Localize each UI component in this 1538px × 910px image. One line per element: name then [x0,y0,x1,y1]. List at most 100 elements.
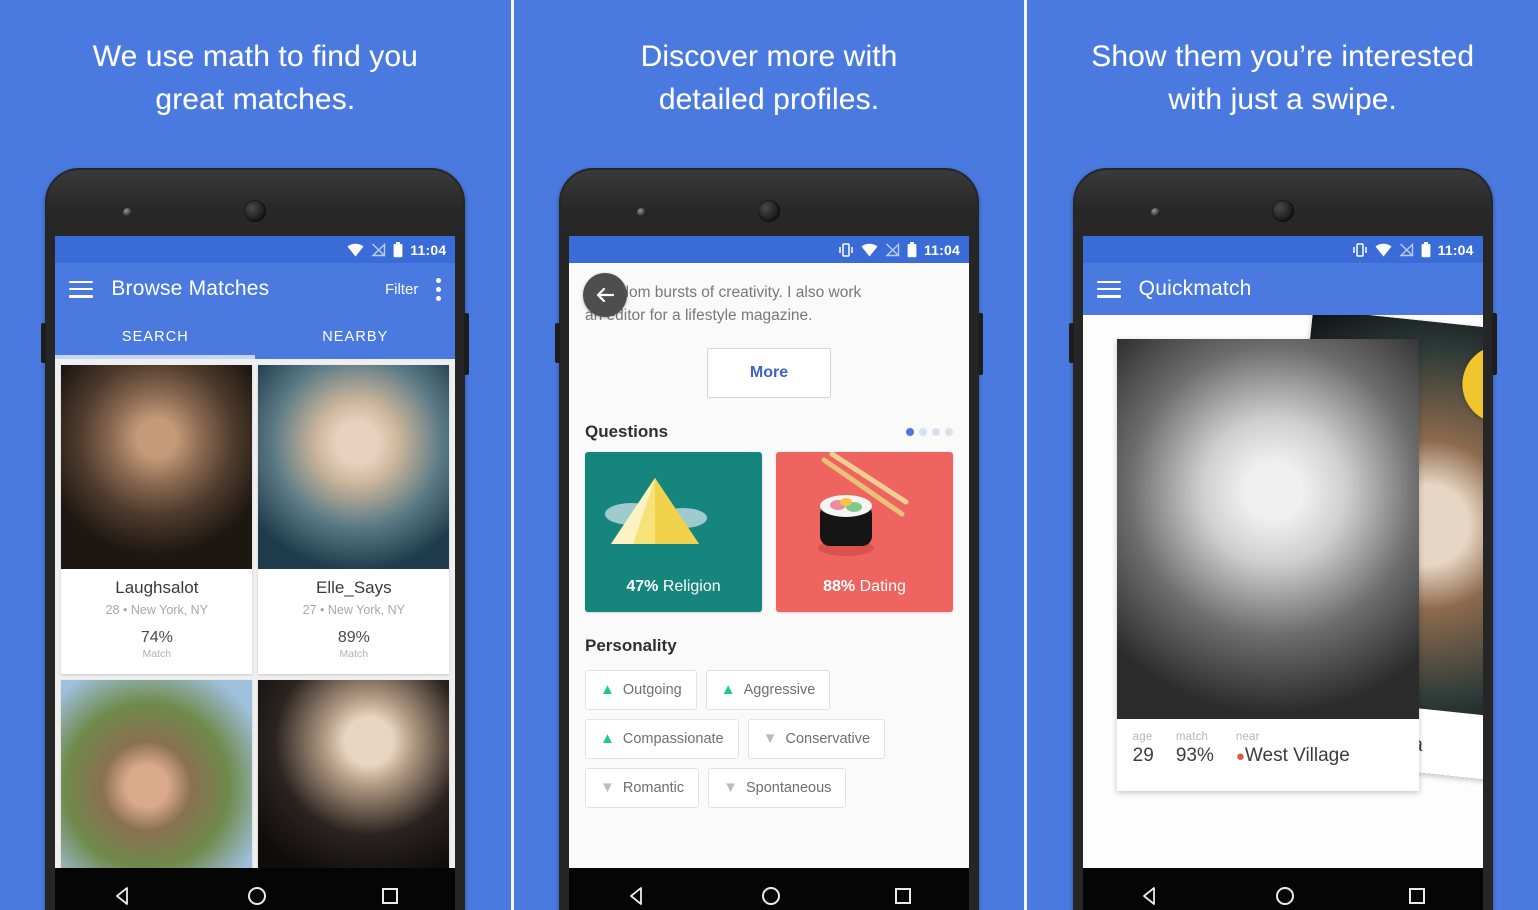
bio-line-2: an editor for a lifestyle magazine. [585,307,813,325]
recents-square-icon[interactable] [381,887,399,905]
match-card[interactable]: Laughsalot 28 • New York, NY 74% Match [61,365,253,674]
match-photo [61,680,253,868]
phone-mockup: 11:04 h random bursts of creativity. I a… [555,168,983,910]
wifi-icon [347,243,364,256]
trait-label: Spontaneous [745,779,832,796]
question-percent: 47% [626,577,659,595]
battery-icon [393,241,403,257]
questions-pager[interactable] [906,427,953,436]
trait-chip[interactable]: ▼ Romantic [585,767,700,808]
age-column: age 29 [1133,731,1154,767]
home-circle-icon[interactable] [761,886,781,906]
wifi-icon [1375,243,1392,256]
quickmatch-card-front[interactable]: age 29 match 93% near ●West Village [1116,339,1419,791]
home-circle-icon[interactable] [1275,886,1295,906]
page-title: Quickmatch [1138,277,1252,300]
status-time: 11:04 [1437,241,1474,258]
matches-grid-container: Laughsalot 28 • New York, NY 74% Match E… [55,359,456,868]
android-nav-bar [55,868,456,910]
near-column: near ●West Village [1236,731,1350,767]
back-triangle-icon[interactable] [1139,885,1161,907]
match-card-body: Laughsalot 28 • New York, NY 74% Match [61,569,252,674]
age-value: 29 [1132,745,1154,766]
panel-headline: Discover more with detailed profiles. [514,36,1025,121]
trait-label: Aggressive [743,681,816,698]
more-button[interactable]: More [707,347,831,398]
arrow-up-icon: ▲ [600,730,615,747]
profile-photo [1116,339,1419,719]
near-label: near [1235,731,1260,743]
trait-chip[interactable]: ▲ Compassionate [585,718,739,759]
sushi-icon [818,451,909,556]
arrow-up-icon: ▲ [600,681,615,698]
signal-off-icon [371,242,386,257]
status-time: 11:04 [410,241,447,258]
question-cards: 47% Religion 88% Dating [569,451,969,612]
trait-label: Conservative [785,730,871,747]
card-meta-row: age 29 match 93% near ●West Village [1117,719,1419,783]
personality-traits: ▲ Outgoing ▲ Aggressive ▲ Compassionate ▼ Co… [569,666,969,808]
android-nav-bar [1082,868,1483,910]
wifi-icon [861,243,878,256]
tab-nearby[interactable]: NEARBY [255,315,455,359]
hamburger-icon[interactable] [69,280,94,298]
panel-headline: Show them you’re interested with just a … [1027,36,1538,121]
matches-grid: Laughsalot 28 • New York, NY 74% Match E… [61,365,450,868]
question-card-religion[interactable]: 47% Religion [585,451,762,612]
phone-mockup: 11:04 Browse Matches Filter SEARCH NEARB… [41,168,470,910]
recents-square-icon[interactable] [894,887,912,905]
tab-bar: SEARCH NEARBY [55,315,456,359]
trait-chip[interactable]: ▲ Outgoing [585,669,697,710]
profile-bio: h random bursts of creativity. I also wo… [569,263,969,328]
bio-line-1: h random bursts of creativity. I also wo… [585,284,862,301]
match-card-body: Elle_Says 27 • New York, NY 89% Match [258,569,449,674]
signal-off-icon [885,242,900,257]
trait-label: Romantic [622,779,685,796]
power-button[interactable] [978,313,983,375]
screenshot-stage: We use math to find you great matches. 1… [0,0,1538,910]
profile-scroll-view: h random bursts of creativity. I also wo… [569,263,969,868]
recents-square-icon[interactable] [1408,887,1426,905]
back-triangle-icon[interactable] [112,885,134,907]
status-bar: 11:04 [1082,236,1483,263]
promo-panel-quickmatch: Show them you’re interested with just a … [1024,0,1538,910]
match-label: match [1175,731,1209,743]
tab-search[interactable]: SEARCH [55,315,255,359]
home-circle-icon[interactable] [247,886,267,906]
filter-button[interactable]: Filter [385,281,418,298]
match-card[interactable] [61,680,253,868]
match-percent: 74% [140,629,173,646]
trait-chip[interactable]: ▲ Aggressive [705,669,831,710]
headline-line-2: detailed profiles. [658,82,880,116]
match-photo [61,365,253,569]
question-card-dating[interactable]: 88% Dating [776,451,953,612]
personality-section-header: Personality [569,612,969,666]
match-card[interactable] [258,680,450,868]
front-camera-icon [637,208,646,217]
app-bar: Browse Matches Filter [55,263,456,315]
quickmatch-stack: age 25 match 77% near ●Fla [1082,315,1483,868]
match-name: Laughsalot [115,578,199,597]
back-triangle-icon[interactable] [626,885,648,907]
match-photo [258,365,450,569]
status-bar: 11:04 [569,236,969,263]
volume-button[interactable] [555,323,560,363]
match-card[interactable]: Elle_Says 27 • New York, NY 89% Match [258,365,450,674]
volume-button[interactable] [1068,323,1074,363]
front-camera-icon [123,208,133,217]
hamburger-icon[interactable] [1096,280,1121,298]
status-bar: 11:04 [55,236,456,263]
power-button[interactable] [1491,313,1497,375]
match-percent-label: Match [339,648,369,660]
power-button[interactable] [464,313,470,375]
trait-chip[interactable]: ▼ Spontaneous [708,767,847,808]
battery-icon [907,241,917,257]
near-value: West Village [1244,745,1350,766]
overflow-menu-icon[interactable] [436,277,442,301]
volume-button[interactable] [41,323,47,363]
trait-label: Outgoing [622,681,682,698]
trait-chip[interactable]: ▼ Conservative [747,718,886,759]
arrow-down-icon: ▼ [723,779,738,796]
headline-line-2: with just a swipe. [1168,82,1397,116]
headline-line-1: We use math to find you [92,40,418,73]
